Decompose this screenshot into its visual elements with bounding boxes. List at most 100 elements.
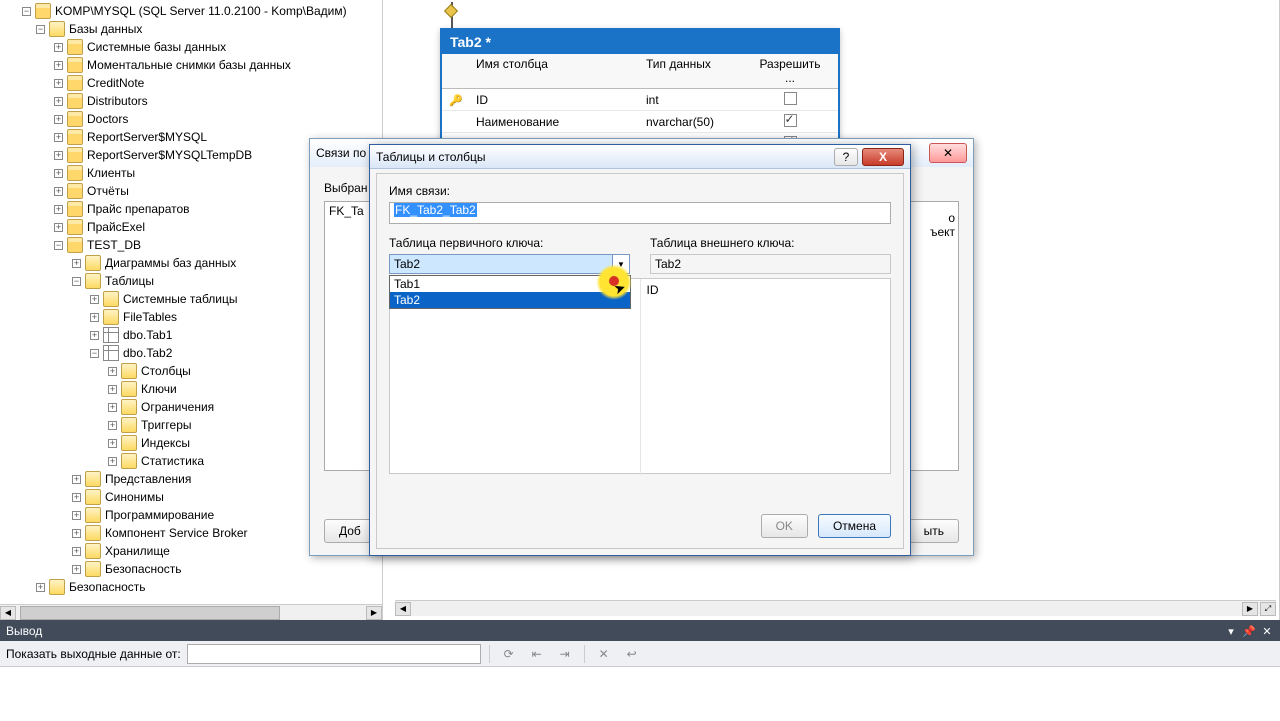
expand-icon[interactable]: + <box>90 331 99 340</box>
pk-table-combo[interactable]: Tab2 ▼ Tab1 Tab2 <box>389 254 630 274</box>
toolbar-btn-wrap[interactable]: ↩ <box>621 643 643 665</box>
table-designer-title[interactable]: Tab2 * <box>442 30 838 54</box>
tree-database-item[interactable]: +Моментальные снимки базы данных <box>54 56 382 74</box>
toolbar-btn-2[interactable]: ⇤ <box>526 643 548 665</box>
help-button[interactable]: ? <box>834 148 858 166</box>
expand-icon[interactable]: + <box>54 79 63 88</box>
col-header-null: Разрешить ... <box>750 54 830 88</box>
expand-icon[interactable]: + <box>72 475 81 484</box>
tree-security[interactable]: +Безопасность <box>36 578 382 596</box>
cancel-button[interactable]: Отмена <box>818 514 891 538</box>
close-dialog-button[interactable]: ыть <box>909 519 959 543</box>
close-icon[interactable]: ✕ <box>1260 624 1274 638</box>
expand-icon[interactable]: + <box>72 511 81 520</box>
tree-database-item[interactable]: +CreditNote <box>54 74 382 92</box>
scroll-right-icon[interactable]: ▶ <box>1242 602 1258 616</box>
table-icon <box>103 327 119 343</box>
expand-icon[interactable]: + <box>108 403 117 412</box>
tree-database-item[interactable]: +Doctors <box>54 110 382 128</box>
expand-icon[interactable]: + <box>108 457 117 466</box>
expand-icon[interactable]: + <box>36 583 45 592</box>
expand-icon[interactable]: + <box>54 115 63 124</box>
column-type[interactable]: nvarchar(50) <box>640 112 750 132</box>
expand-icon[interactable]: + <box>72 493 81 502</box>
table-row[interactable]: Наименованиеnvarchar(50) <box>442 111 838 133</box>
folder-icon <box>85 543 101 559</box>
database-icon <box>67 129 83 145</box>
collapse-icon[interactable]: − <box>90 349 99 358</box>
output-panel-title[interactable]: Вывод ▾ 📌 ✕ <box>0 621 1280 641</box>
tree-databases[interactable]: −Базы данных <box>36 20 382 38</box>
scroll-left-icon[interactable]: ◀ <box>395 602 411 616</box>
expand-icon[interactable]: + <box>72 259 81 268</box>
ok-button[interactable]: OK <box>761 514 808 538</box>
fk-table-value: Tab2 <box>650 254 891 274</box>
expand-icon[interactable]: + <box>54 151 63 160</box>
expand-icon[interactable]: + <box>72 547 81 556</box>
allow-null-checkbox[interactable] <box>784 92 797 105</box>
relation-name-label: Имя связи: <box>389 184 891 198</box>
dropdown-item-tab1[interactable]: Tab1 <box>390 276 630 292</box>
scroll-thumb[interactable] <box>20 606 280 620</box>
collapse-icon[interactable]: − <box>22 7 31 16</box>
pk-table-dropdown[interactable]: Tab1 Tab2 <box>389 275 631 309</box>
close-button[interactable]: X <box>862 148 904 166</box>
output-source-select[interactable] <box>187 644 481 664</box>
collapse-icon[interactable]: − <box>54 241 63 250</box>
expand-icon[interactable]: + <box>72 565 81 574</box>
pin-icon[interactable]: 📌 <box>1242 624 1256 638</box>
collapse-icon[interactable]: − <box>36 25 45 34</box>
tree-db-subfolder[interactable]: +Безопасность <box>72 560 382 578</box>
fk-column-cell[interactable]: ID <box>641 279 891 475</box>
allow-null-checkbox[interactable] <box>784 114 797 127</box>
expand-icon[interactable]: + <box>54 61 63 70</box>
database-icon <box>67 147 83 163</box>
folder-icon <box>85 489 101 505</box>
table-icon <box>103 345 119 361</box>
tree-root[interactable]: −KOMP\MYSQL (SQL Server 11.0.2100 - Komp… <box>22 2 382 20</box>
expand-icon[interactable]: + <box>108 367 117 376</box>
output-body[interactable] <box>0 667 1280 721</box>
relation-name-input[interactable]: FK_Tab2_Tab2 <box>389 202 891 224</box>
collapse-icon[interactable]: − <box>72 277 81 286</box>
server-icon <box>35 3 51 19</box>
chevron-down-icon[interactable]: ▼ <box>612 255 629 273</box>
expand-icon[interactable]: + <box>54 187 63 196</box>
expand-icon[interactable]: + <box>54 169 63 178</box>
expand-icon[interactable]: + <box>108 439 117 448</box>
tree-database-item[interactable]: +Системные базы данных <box>54 38 382 56</box>
pk-table-value: Tab2 <box>390 255 612 273</box>
toolbar-btn-1[interactable]: ⟳ <box>498 643 520 665</box>
scroll-left-icon[interactable]: ◀ <box>0 606 16 620</box>
column-name[interactable]: ID <box>470 90 640 110</box>
tree-database-item[interactable]: +Distributors <box>54 92 382 110</box>
database-icon <box>67 201 83 217</box>
dropdown-icon[interactable]: ▾ <box>1224 624 1238 638</box>
expand-icon[interactable]: + <box>108 385 117 394</box>
scroll-right-icon[interactable]: ▶ <box>366 606 382 620</box>
expand-icon[interactable]: + <box>54 97 63 106</box>
tables-columns-dialog[interactable]: Таблицы и столбцы ? X Имя связи: FK_Tab2… <box>369 144 911 556</box>
toolbar-btn-clear[interactable]: ✕ <box>593 643 615 665</box>
table-row[interactable]: 🔑IDint <box>442 89 838 111</box>
folder-icon <box>85 255 101 271</box>
expand-icon[interactable]: + <box>54 43 63 52</box>
expand-icon[interactable]: + <box>54 205 63 214</box>
expand-icon[interactable]: + <box>90 313 99 322</box>
expand-icon[interactable]: + <box>72 529 81 538</box>
expand-icon[interactable]: + <box>54 223 63 232</box>
output-panel: Вывод ▾ 📌 ✕ Показать выходные данные от:… <box>0 620 1280 720</box>
close-button[interactable]: ✕ <box>929 143 967 163</box>
view-all-icon[interactable]: ⤢ <box>1260 602 1276 616</box>
sidebar-hscrollbar[interactable]: ◀ ▶ <box>0 604 382 620</box>
dialog-titlebar[interactable]: Таблицы и столбцы ? X <box>370 145 910 169</box>
toolbar-btn-3[interactable]: ⇥ <box>554 643 576 665</box>
dropdown-item-tab2[interactable]: Tab2 <box>390 292 630 308</box>
database-icon <box>67 39 83 55</box>
column-type[interactable]: int <box>640 90 750 110</box>
expand-icon[interactable]: + <box>108 421 117 430</box>
expand-icon[interactable]: + <box>90 295 99 304</box>
expand-icon[interactable]: + <box>54 133 63 142</box>
canvas-hscrollbar[interactable]: ◀ ▶ ⤢ <box>395 600 1276 616</box>
column-name[interactable]: Наименование <box>470 112 640 132</box>
